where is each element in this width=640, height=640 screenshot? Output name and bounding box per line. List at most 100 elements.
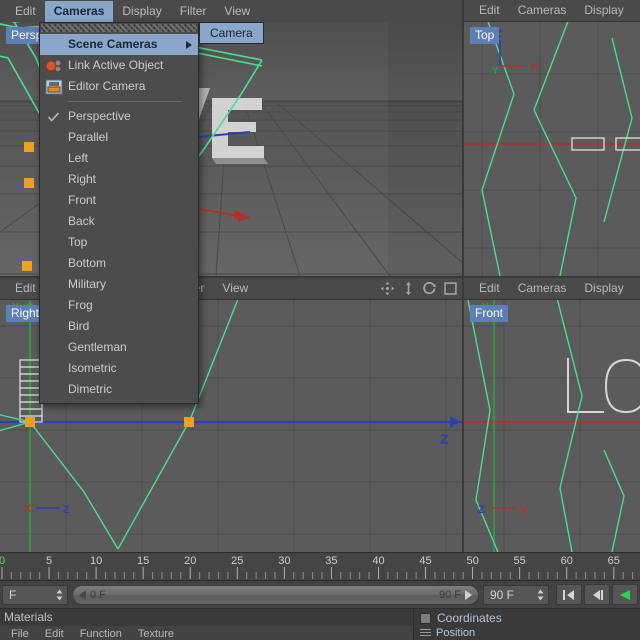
powerslider-end[interactable]: 90 F xyxy=(439,589,472,601)
menu-item-isometric[interactable]: Isometric xyxy=(40,358,198,379)
vp-bl-menu-view[interactable]: View xyxy=(213,278,257,299)
previous-frame-button[interactable] xyxy=(584,584,610,605)
vp-tr-menu-edit[interactable]: Edit xyxy=(470,0,509,21)
menu-item-left[interactable]: Left xyxy=(40,148,198,169)
menu-item-bird[interactable]: Bird xyxy=(40,316,198,337)
svg-text:50: 50 xyxy=(466,555,478,567)
play-forward-icon[interactable] xyxy=(465,589,472,600)
menu-item-gentleman[interactable]: Gentleman xyxy=(40,337,198,358)
menu-item-top[interactable]: Top xyxy=(40,232,198,253)
menubar-item-filter[interactable]: Filter xyxy=(171,1,216,22)
vp-br-menu-display[interactable]: Display xyxy=(575,278,632,299)
menu-item-back[interactable]: Back xyxy=(40,211,198,232)
viewport-label-front[interactable]: Front xyxy=(470,305,509,322)
vp-br-menu-edit[interactable]: Edit xyxy=(470,278,509,299)
svg-text:Y: Y xyxy=(492,66,499,77)
menu-item-dimetric[interactable]: Dimetric xyxy=(40,379,198,400)
viewport-front[interactable]: Edit Cameras Display Front Z X xyxy=(464,278,640,552)
menu-item-dimetric-label: Dimetric xyxy=(68,382,112,396)
menu-item-right[interactable]: Right xyxy=(40,169,198,190)
submenu-item-camera[interactable]: Camera xyxy=(200,23,263,43)
coordinates-position-row: Position xyxy=(414,627,640,639)
menu-tearoff-handle[interactable] xyxy=(41,24,197,32)
svg-text:Z: Z xyxy=(478,504,485,516)
viewport-label-top[interactable]: Top xyxy=(470,27,500,44)
vp-tr-menu-cameras[interactable]: Cameras xyxy=(509,0,576,21)
coordinates-header: Coordinates xyxy=(414,609,640,627)
chevron-right-icon xyxy=(186,40,192,49)
coordinates-position-label: Position xyxy=(436,627,476,639)
end-frame-field[interactable]: 90 F xyxy=(483,584,549,605)
menu-item-military[interactable]: Military xyxy=(40,274,198,295)
menubar-item-display[interactable]: Display xyxy=(113,1,170,22)
powerslider[interactable]: 0 F 90 F xyxy=(72,584,479,605)
svg-text:65: 65 xyxy=(608,555,620,567)
rotate-icon[interactable] xyxy=(422,281,437,296)
menu-item-bird-label: Bird xyxy=(68,319,90,333)
transport-bar: F 0 F 90 F 90 F xyxy=(0,580,640,608)
vp-bl-controls xyxy=(380,281,458,296)
pan-icon[interactable] xyxy=(380,281,395,296)
menu-item-editor-camera[interactable]: Editor Camera xyxy=(40,76,198,97)
menu-item-front[interactable]: Front xyxy=(40,190,198,211)
panel-toggle-icon[interactable] xyxy=(420,612,431,624)
play-reverse-icon[interactable] xyxy=(79,589,86,600)
menu-item-link-active-object[interactable]: Link Active Object xyxy=(40,55,198,76)
menubar-item-view[interactable]: View xyxy=(215,1,259,22)
step-back-icon xyxy=(593,589,603,600)
bottom-panels: Materials File Edit Function Texture Coo… xyxy=(0,608,640,640)
menu-item-scene-cameras[interactable]: Scene Cameras xyxy=(40,34,198,55)
menu-item-editor-camera-label: Editor Camera xyxy=(68,79,146,93)
front-scene: Y Z X xyxy=(464,300,640,552)
svg-text:5: 5 xyxy=(46,555,52,567)
timeline-ruler[interactable]: 0 5 10 15 20 25 30 35 40 45 50 55 60 65 xyxy=(0,552,640,580)
materials-panel[interactable]: Materials File Edit Function Texture xyxy=(0,608,414,640)
maximize-icon[interactable] xyxy=(443,281,458,296)
svg-text:45: 45 xyxy=(419,555,431,567)
menu-item-left-label: Left xyxy=(68,151,89,165)
menu-item-frog[interactable]: Frog xyxy=(40,295,198,316)
materials-menu-file[interactable]: File xyxy=(3,627,37,640)
main-menubar: Edit Cameras Display Filter View xyxy=(0,0,462,22)
spinner-arrows-icon[interactable] xyxy=(537,589,544,601)
svg-text:60: 60 xyxy=(561,555,573,567)
menubar-item-edit[interactable]: Edit xyxy=(6,1,45,22)
viewport-top[interactable]: Edit Cameras Display Top X Y xyxy=(464,0,640,276)
skip-start-icon xyxy=(563,589,574,600)
scene-cameras-submenu[interactable]: Camera xyxy=(199,22,264,44)
svg-text:20: 20 xyxy=(184,555,196,567)
materials-menu-edit[interactable]: Edit xyxy=(37,627,72,640)
dolly-icon[interactable] xyxy=(401,281,416,296)
coordinates-panel[interactable]: Coordinates Position xyxy=(414,608,640,640)
cameras-dropdown-menu[interactable]: Scene Cameras Link Active Object Editor … xyxy=(39,22,199,404)
vp-br-menu-cameras[interactable]: Cameras xyxy=(509,278,576,299)
timeline-ruler-svg: 0 5 10 15 20 25 30 35 40 45 50 55 60 65 xyxy=(0,553,640,580)
materials-title: Materials xyxy=(0,609,413,626)
go-to-start-button[interactable] xyxy=(556,584,582,605)
viewport-top-menubar: Edit Cameras Display xyxy=(464,0,640,22)
menu-item-bottom[interactable]: Bottom xyxy=(40,253,198,274)
materials-menu-function[interactable]: Function xyxy=(72,627,130,640)
menu-item-top-label: Top xyxy=(68,235,88,249)
viewport-front-canvas[interactable]: Y Z X xyxy=(464,300,640,552)
materials-menu-texture[interactable]: Texture xyxy=(130,627,182,640)
spinner-arrows-icon[interactable] xyxy=(56,589,63,601)
vp-tr-menu-display[interactable]: Display xyxy=(575,0,632,21)
link-active-object-icon xyxy=(45,60,61,71)
menubar-item-cameras[interactable]: Cameras xyxy=(44,0,114,22)
svg-text:Z: Z xyxy=(63,504,70,516)
menu-item-parallel[interactable]: Parallel xyxy=(40,127,198,148)
unit-field-value: F xyxy=(9,587,17,602)
end-frame-value: 90 F xyxy=(490,587,515,602)
powerslider-start[interactable]: 0 F xyxy=(79,589,106,601)
svg-text:X: X xyxy=(530,61,538,73)
unit-field[interactable]: F xyxy=(2,584,68,605)
play-backwards-button[interactable] xyxy=(612,584,638,605)
grip-icon[interactable] xyxy=(420,628,431,638)
menu-item-gentleman-label: Gentleman xyxy=(68,340,127,354)
menu-item-front-label: Front xyxy=(68,193,97,207)
svg-text:55: 55 xyxy=(514,555,526,567)
materials-menubar: File Edit Function Texture xyxy=(0,626,413,640)
menu-item-perspective[interactable]: Perspective xyxy=(40,106,198,127)
viewport-top-canvas[interactable]: Z X Y xyxy=(464,22,640,276)
